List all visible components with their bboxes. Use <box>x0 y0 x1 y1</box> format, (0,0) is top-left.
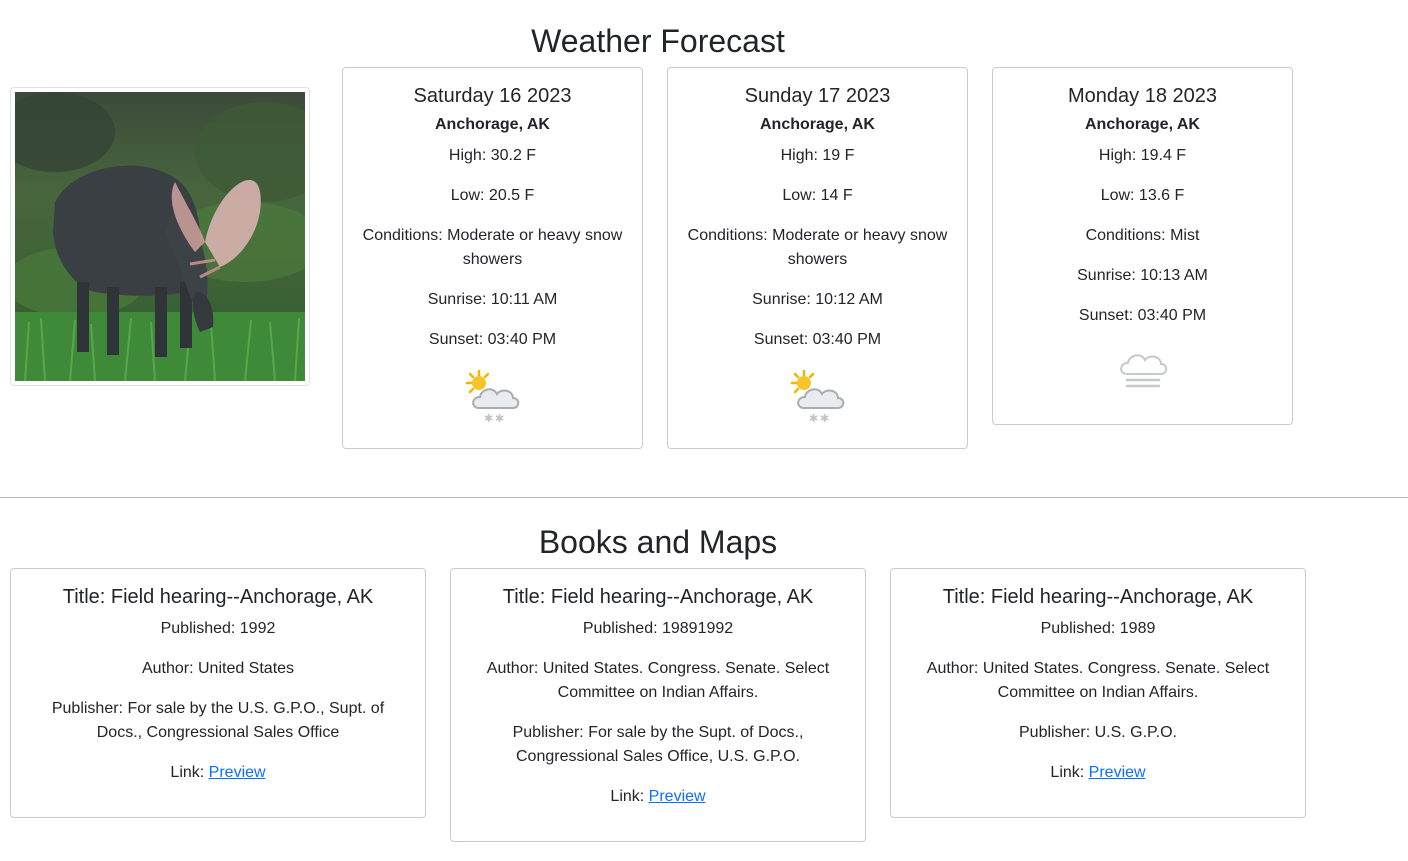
svg-text:✱: ✱ <box>820 412 829 424</box>
forecast-low: Low: 20.5 F <box>450 187 535 204</box>
forecast-sunrise: Sunrise: 10:11 AM <box>427 291 558 308</box>
book-link-label: Link: <box>610 788 645 805</box>
book-link-row: Link: Preview <box>467 785 849 809</box>
forecast-sunset: Sunset: 03:40 PM <box>428 331 557 348</box>
book-card: Title: Field hearing--Anchorage, AK Publ… <box>450 568 866 842</box>
book-link-row: Link: Preview <box>27 761 409 785</box>
svg-text:✱: ✱ <box>809 412 818 424</box>
moose-image <box>15 92 305 381</box>
forecast-conditions: Conditions: Moderate or heavy snow showe… <box>687 227 948 268</box>
section-divider <box>0 497 1408 498</box>
book-title: Title: Field hearing--Anchorage, AK <box>502 586 814 608</box>
forecast-conditions: Conditions: Mist <box>1085 227 1200 244</box>
book-link-row: Link: Preview <box>907 761 1289 785</box>
forecast-sunset: Sunset: 03:40 PM <box>1078 307 1207 324</box>
book-publisher: Publisher: U.S. G.P.O. <box>1019 724 1177 741</box>
book-publisher: Publisher: For sale by the U.S. G.P.O., … <box>51 700 385 741</box>
forecast-location: Anchorage, AK <box>760 116 875 133</box>
moose-photo <box>10 87 310 386</box>
mist-cloud-icon <box>1119 354 1167 388</box>
forecast-card-saturday: Saturday 16 2023 Anchorage, AK High: 30.… <box>342 67 643 449</box>
forecast-high: High: 30.2 F <box>448 147 537 164</box>
forecast-low: Low: 13.6 F <box>1100 187 1185 204</box>
forecast-date: Saturday 16 2023 <box>413 85 572 107</box>
book-title: Title: Field hearing--Anchorage, AK <box>62 586 374 608</box>
forecast-location: Anchorage, AK <box>435 116 550 133</box>
forecast-date: Sunday 17 2023 <box>744 85 891 107</box>
book-title: Title: Field hearing--Anchorage, AK <box>942 586 1254 608</box>
book-card: Title: Field hearing--Anchorage, AK Publ… <box>10 568 426 818</box>
forecast-card-monday: Monday 18 2023 Anchorage, AK High: 19.4 … <box>992 67 1293 425</box>
book-author: Author: United States. Congress. Senate.… <box>486 660 830 701</box>
book-link-label: Link: <box>1050 764 1085 781</box>
weather-forecast-heading: Weather Forecast <box>531 23 785 59</box>
book-preview-link[interactable]: Preview <box>1089 764 1146 781</box>
sun-cloud-snow-icon: ✱ ✱ <box>790 369 844 424</box>
forecast-high: High: 19.4 F <box>1098 147 1187 164</box>
forecast-low: Low: 14 F <box>782 187 853 204</box>
forecast-conditions: Conditions: Moderate or heavy snow showe… <box>362 227 623 268</box>
sun-cloud-snow-icon: ✱ ✱ <box>465 369 519 424</box>
forecast-sunrise: Sunrise: 10:13 AM <box>1077 267 1208 284</box>
svg-text:✱: ✱ <box>484 412 493 424</box>
book-author: Author: United States <box>141 660 295 677</box>
book-card: Title: Field hearing--Anchorage, AK Publ… <box>890 568 1306 818</box>
book-preview-link[interactable]: Preview <box>209 764 266 781</box>
book-publisher: Publisher: For sale by the Supt. of Docs… <box>512 724 804 765</box>
forecast-location: Anchorage, AK <box>1085 116 1200 133</box>
book-author: Author: United States. Congress. Senate.… <box>926 660 1270 701</box>
book-published: Published: 1992 <box>160 620 276 637</box>
forecast-high: High: 19 F <box>780 147 855 164</box>
book-published: Published: 1989 <box>1040 620 1156 637</box>
forecast-date: Monday 18 2023 <box>1067 85 1217 107</box>
forecast-card-sunday: Sunday 17 2023 Anchorage, AK High: 19 F … <box>667 67 968 449</box>
forecast-sunset: Sunset: 03:40 PM <box>753 331 882 348</box>
forecast-sunrise: Sunrise: 10:12 AM <box>752 291 883 308</box>
book-preview-link[interactable]: Preview <box>649 788 706 805</box>
book-link-label: Link: <box>170 764 205 781</box>
book-published: Published: 19891992 <box>582 620 734 637</box>
books-and-maps-heading: Books and Maps <box>538 524 778 560</box>
svg-text:✱: ✱ <box>495 412 504 424</box>
